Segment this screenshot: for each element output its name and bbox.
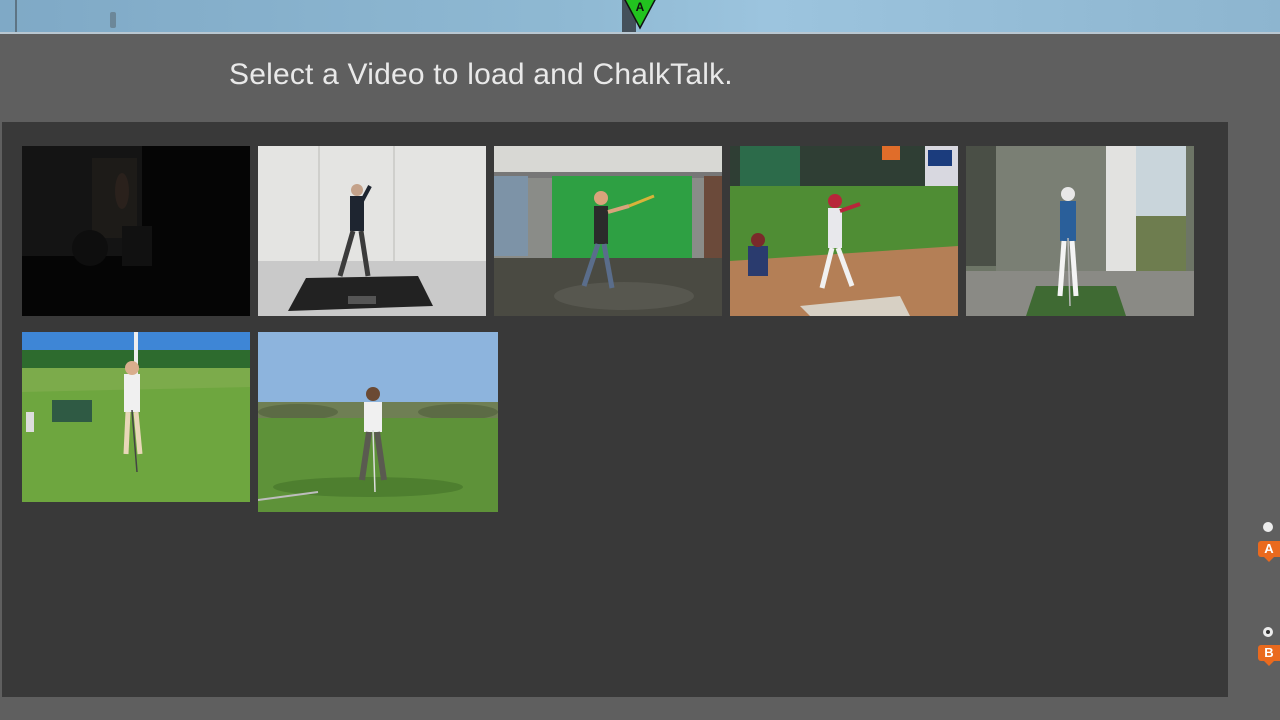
side-marker-b[interactable]: B [1258,627,1280,667]
side-marker-a[interactable]: A [1258,522,1280,562]
video-thumbnail-image [22,332,250,502]
marker-a-icon[interactable]: A [623,0,657,30]
video-thumbnail-image [730,146,958,316]
page-title: Select a Video to load and ChalkTalk. [229,58,733,91]
pole-shape [15,0,17,32]
video-thumbnail-7[interactable] [258,332,498,512]
video-thumbnail-2[interactable] [258,146,486,316]
video-thumbnail-image [258,332,498,512]
pole-shape [110,12,116,28]
marker-a-tag[interactable]: A [1258,541,1280,562]
video-thumbnail-image [966,146,1194,316]
marker-ring-icon[interactable] [1263,627,1273,637]
video-thumbnail-image [258,146,486,316]
video-thumbnail-image [22,146,250,316]
video-thumbnail-image [494,146,722,316]
video-thumbnail-5[interactable] [966,146,1194,316]
video-grid-panel [2,122,1228,697]
marker-b-tag[interactable]: B [1258,645,1280,666]
marker-a-label: A [636,0,645,14]
video-thumbnail-3[interactable] [494,146,722,316]
video-thumbnail-4[interactable] [730,146,958,316]
video-thumbnail-1[interactable] [22,146,250,316]
video-thumbnail-6[interactable] [22,332,250,502]
marker-dot-icon[interactable] [1263,522,1273,532]
